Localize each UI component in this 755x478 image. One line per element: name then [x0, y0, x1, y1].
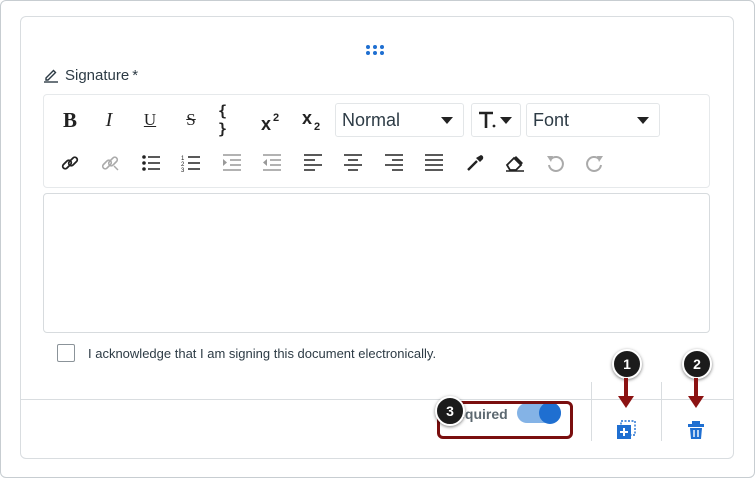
format-select[interactable]: Normal: [335, 103, 464, 137]
align-center-icon[interactable]: [340, 150, 366, 176]
subscript-icon[interactable]: x2: [300, 107, 326, 133]
field-title: Signature *: [43, 65, 138, 85]
duplicate-icon: [617, 420, 636, 439]
acknowledge-checkbox[interactable]: [57, 344, 75, 362]
format-select-value: Normal: [342, 109, 401, 130]
chevron-down-icon: [637, 117, 649, 124]
callout-badge-1: 1: [612, 349, 642, 379]
svg-text:2: 2: [273, 112, 279, 124]
acknowledge-row: I acknowledge that I am signing this doc…: [57, 344, 436, 362]
callout-arrow-2: [694, 378, 698, 398]
drag-handle-icon[interactable]: [366, 45, 386, 61]
signature-editor-area[interactable]: [43, 193, 710, 333]
callout-badge-3: 3: [435, 396, 465, 426]
callout-arrow-head-2: [688, 396, 704, 408]
pencil-icon: [44, 69, 58, 83]
chevron-down-icon: [441, 117, 453, 124]
svg-text:2: 2: [314, 121, 320, 132]
bullet-list-icon[interactable]: [138, 150, 164, 176]
code-braces-icon[interactable]: { }: [218, 102, 244, 138]
numbered-list-icon[interactable]: 123: [178, 150, 204, 176]
clear-format-icon[interactable]: [502, 150, 528, 176]
required-marker: *: [132, 66, 139, 84]
callout-arrow-1: [624, 378, 628, 398]
outdent-icon[interactable]: [259, 150, 285, 176]
indent-icon[interactable]: [219, 150, 245, 176]
unlink-icon[interactable]: [97, 150, 123, 176]
svg-text:x: x: [302, 108, 312, 128]
svg-text:x: x: [261, 114, 271, 133]
font-select[interactable]: Font: [526, 103, 660, 137]
color-picker-icon[interactable]: [462, 150, 488, 176]
align-left-icon[interactable]: [300, 150, 326, 176]
delete-field-button[interactable]: [686, 420, 706, 440]
text-size-icon: [479, 111, 496, 128]
footer-divider: [591, 382, 592, 441]
field-title-text: Signature: [65, 66, 130, 84]
callout-arrow-head-1: [618, 396, 634, 408]
callout-badge-2: 2: [682, 349, 712, 379]
rich-text-toolbar: B I U S { } x2 x2 Normal Font 1 2 3: [43, 94, 710, 188]
duplicate-field-button[interactable]: [616, 420, 636, 440]
font-select-value: Font: [533, 109, 570, 130]
bold-icon[interactable]: B: [57, 107, 83, 133]
link-icon[interactable]: [57, 150, 83, 176]
align-justify-icon[interactable]: [421, 150, 447, 176]
undo-icon[interactable]: [542, 150, 568, 176]
chevron-down-icon: [500, 117, 512, 124]
text-size-select[interactable]: [471, 103, 521, 137]
footer-divider: [661, 382, 662, 441]
italic-icon[interactable]: I: [96, 107, 122, 133]
acknowledge-label: I acknowledge that I am signing this doc…: [88, 345, 437, 361]
superscript-icon[interactable]: x2: [259, 109, 285, 135]
align-right-icon[interactable]: [381, 150, 407, 176]
svg-text:3: 3: [181, 168, 185, 172]
trash-icon: [688, 421, 704, 439]
strikethrough-icon[interactable]: S: [178, 107, 204, 133]
redo-icon[interactable]: [582, 150, 608, 176]
underline-icon[interactable]: U: [137, 107, 163, 133]
